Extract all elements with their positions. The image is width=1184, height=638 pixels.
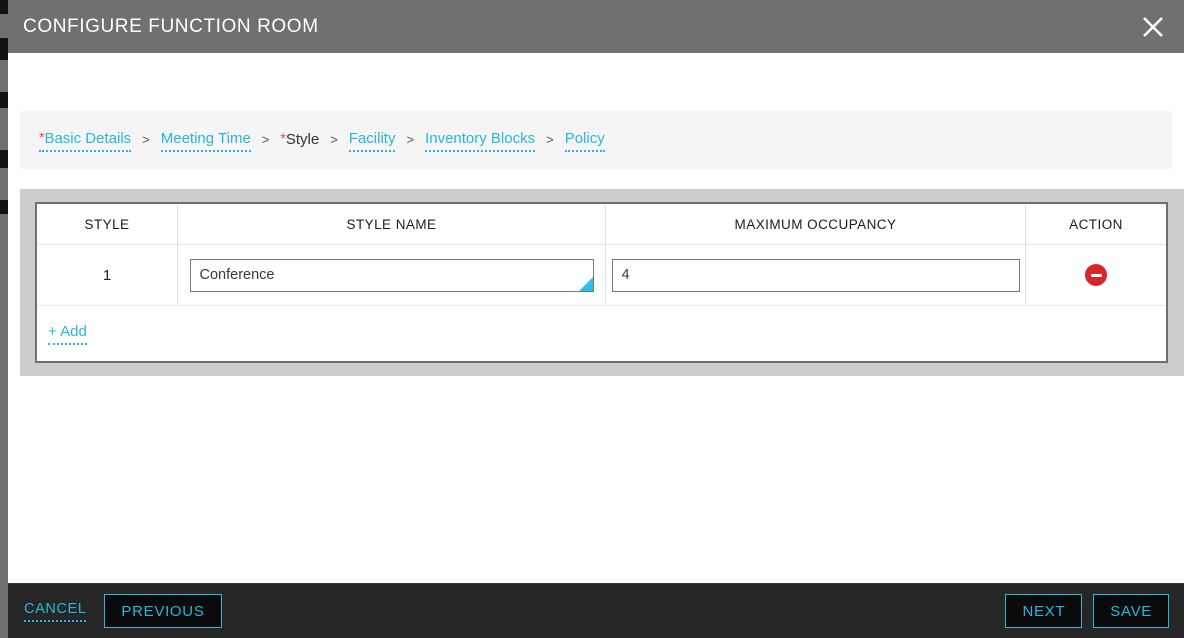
style-name-input[interactable] — [189, 258, 594, 292]
gutter-segment — [0, 200, 8, 214]
grid-footer-row: + Add — [37, 306, 1166, 360]
row-index: 1 — [102, 266, 112, 284]
breadcrumb-item-policy[interactable]: Policy — [564, 129, 605, 152]
breadcrumb-item-style[interactable]: *Style — [280, 130, 319, 151]
column-header-action: ACTION — [1025, 204, 1166, 244]
column-header-style: STYLE — [37, 204, 177, 244]
column-header-label: ACTION — [1069, 216, 1123, 232]
remove-icon-bar — [1090, 273, 1102, 277]
wizard-breadcrumb: *Basic Details > Meeting Time > *Style >… — [20, 111, 1172, 169]
breadcrumb-separator: > — [406, 131, 415, 147]
close-icon[interactable] — [1136, 10, 1170, 44]
column-header-style-name: STYLE NAME — [177, 204, 605, 244]
dialog-body: *Basic Details > Meeting Time > *Style >… — [8, 53, 1184, 583]
breadcrumb-item-facility[interactable]: Facility — [348, 129, 396, 152]
save-button[interactable]: SAVE — [1093, 594, 1169, 628]
column-header-label: MAXIMUM OCCUPANCY — [734, 216, 897, 232]
row-index-cell: 1 — [37, 245, 177, 305]
action-cell — [1025, 245, 1166, 305]
maximum-occupancy-field-wrapper — [611, 258, 1020, 292]
breadcrumb-label: Inventory Blocks — [425, 129, 536, 147]
grid-header-row: STYLE STYLE NAME MAXIMUM OCCUPANCY ACTIO… — [37, 204, 1166, 245]
style-name-field-wrapper — [189, 258, 594, 292]
breadcrumb-separator: > — [142, 131, 150, 147]
breadcrumb-separator: > — [546, 131, 554, 147]
gutter-segment — [0, 38, 8, 60]
breadcrumb-item-inventory-blocks[interactable]: Inventory Blocks — [425, 129, 536, 152]
cancel-button[interactable]: CANCEL — [24, 600, 87, 622]
breadcrumb-label: Meeting Time — [160, 129, 251, 147]
breadcrumb-item-meeting-time[interactable]: Meeting Time — [160, 129, 251, 152]
page-background-gutter — [0, 0, 8, 638]
style-grid-panel: STYLE STYLE NAME MAXIMUM OCCUPANCY ACTIO… — [20, 189, 1184, 376]
dialog-footer: CANCEL PREVIOUS NEXT SAVE — [8, 583, 1184, 638]
next-button[interactable]: NEXT — [1005, 594, 1083, 628]
breadcrumb-label: Facility — [348, 129, 396, 147]
previous-button[interactable]: PREVIOUS — [104, 594, 222, 628]
breadcrumb-separator: > — [330, 131, 338, 147]
style-name-cell — [177, 245, 605, 305]
column-header-label: STYLE NAME — [346, 216, 437, 232]
column-header-label: STYLE — [84, 216, 130, 232]
configure-function-room-dialog: CONFIGURE FUNCTION ROOM *Basic Details >… — [8, 0, 1184, 638]
footer-right-actions: NEXT SAVE — [1005, 594, 1169, 628]
gutter-segment — [0, 150, 8, 168]
dialog-titlebar: CONFIGURE FUNCTION ROOM — [8, 0, 1184, 53]
table-row: 1 — [37, 245, 1166, 306]
footer-left-actions: CANCEL PREVIOUS — [24, 594, 222, 628]
column-header-maximum-occupancy: MAXIMUM OCCUPANCY — [605, 204, 1025, 244]
dialog-title: CONFIGURE FUNCTION ROOM — [23, 15, 319, 37]
maximum-occupancy-input[interactable] — [611, 258, 1020, 292]
breadcrumb-separator: > — [261, 131, 270, 147]
breadcrumb-label: Basic Details — [44, 129, 132, 147]
remove-circle-icon[interactable] — [1085, 264, 1107, 286]
breadcrumb-label: Style — [285, 130, 320, 148]
breadcrumb-label: Policy — [564, 129, 605, 147]
add-style-row-button[interactable]: + Add — [48, 322, 87, 345]
maximum-occupancy-cell — [605, 245, 1025, 305]
gutter-segment — [0, 92, 8, 108]
gutter-segment — [0, 0, 8, 14]
style-grid: STYLE STYLE NAME MAXIMUM OCCUPANCY ACTIO… — [35, 202, 1168, 363]
breadcrumb-item-basic-details[interactable]: *Basic Details — [39, 129, 132, 152]
